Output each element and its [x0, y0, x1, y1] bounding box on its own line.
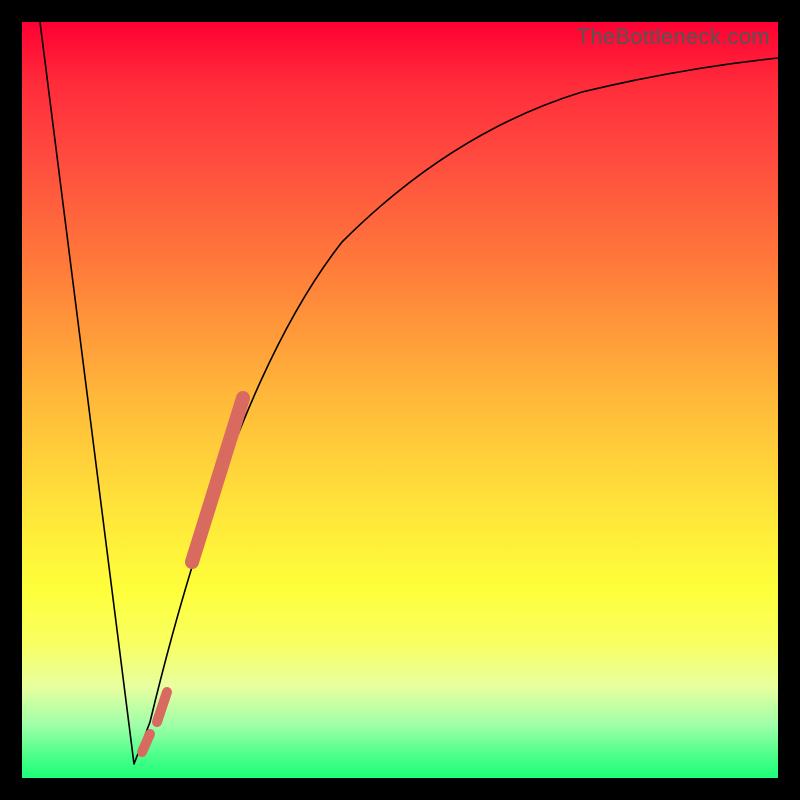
- curve-path: [40, 22, 778, 764]
- watermark-text: TheBottleneck.com: [577, 24, 770, 50]
- bottleneck-curve: [22, 22, 778, 778]
- chart-frame: TheBottleneck.com: [0, 0, 800, 800]
- plot-area: TheBottleneck.com: [22, 22, 778, 778]
- highlight-segment-main: [192, 398, 243, 562]
